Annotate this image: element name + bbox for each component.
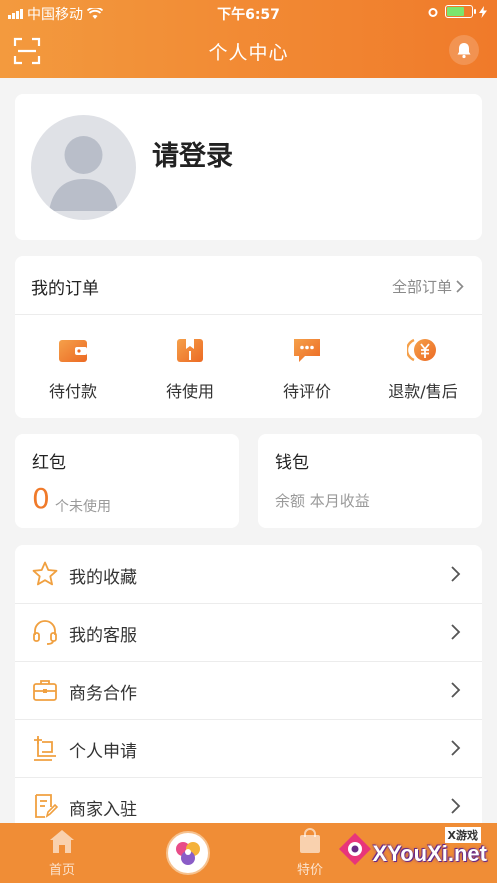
menu-label: 我的客服 bbox=[69, 626, 137, 646]
watermark: X游戏 XYouXi.net bbox=[333, 827, 493, 875]
watermark-logo-icon bbox=[339, 833, 371, 865]
all-orders-label: 全部订单 bbox=[391, 278, 452, 296]
chevron-right-icon bbox=[451, 682, 461, 698]
battery-icon bbox=[445, 5, 476, 18]
order-to-use[interactable]: 待使用 bbox=[132, 336, 248, 402]
menu-label: 商家入驻 bbox=[69, 800, 137, 820]
app-header: 中国移动 下午6:57 个人中心 bbox=[0, 0, 497, 78]
bell-icon bbox=[457, 43, 471, 59]
briefcase-icon bbox=[33, 680, 57, 701]
menu-list: 我的收藏 我的客服 商务合作 个人申请 商家入驻 bbox=[15, 545, 482, 845]
application-icon bbox=[34, 736, 56, 761]
menu-label: 我的收藏 bbox=[69, 568, 137, 588]
orders-title: 我的订单 bbox=[31, 279, 99, 299]
chevron-right-icon bbox=[451, 798, 461, 814]
page-title: 个人中心 bbox=[208, 42, 289, 64]
flower-logo-icon bbox=[176, 842, 200, 865]
comment-icon bbox=[294, 339, 320, 362]
merchant-doc-icon bbox=[35, 794, 59, 818]
star-icon bbox=[32, 561, 58, 586]
ticket-icon bbox=[177, 339, 203, 362]
wallet-icon bbox=[59, 340, 87, 362]
tab-home[interactable]: 首页 bbox=[22, 827, 102, 878]
order-refund[interactable]: 退款/售后 bbox=[365, 336, 481, 402]
order-label: 待使用 bbox=[165, 382, 214, 401]
order-label: 待付款 bbox=[48, 382, 97, 401]
tab-label: 首页 bbox=[48, 863, 75, 878]
center-tab-button[interactable] bbox=[166, 831, 210, 875]
order-pending-payment[interactable]: 待付款 bbox=[15, 336, 131, 402]
menu-item-customer-service[interactable]: 我的客服 bbox=[15, 603, 482, 662]
menu-item-business[interactable]: 商务合作 bbox=[15, 661, 482, 720]
charging-icon bbox=[479, 5, 487, 18]
user-avatar-icon[interactable] bbox=[31, 115, 136, 220]
red-packet-sub: 个未使用 bbox=[55, 499, 111, 515]
menu-label: 商务合作 bbox=[69, 684, 137, 704]
wallet-title: 钱包 bbox=[275, 453, 309, 473]
login-link[interactable]: 请登录 bbox=[152, 134, 233, 173]
orders-card: 我的订单 全部订单 待付款 待使用 待评价 退款/售后 bbox=[15, 256, 482, 418]
order-label: 退款/售后 bbox=[388, 382, 458, 401]
wallet-sub: 余额 本月收益 bbox=[275, 492, 370, 510]
red-packet-title: 红包 bbox=[32, 453, 66, 473]
notification-button[interactable] bbox=[449, 35, 479, 65]
orders-header: 我的订单 全部订单 bbox=[15, 256, 482, 315]
red-packet-count: 0 bbox=[32, 482, 50, 515]
wallet-card[interactable]: 钱包 余额 本月收益 bbox=[258, 434, 482, 528]
all-orders-link[interactable]: 全部订单 bbox=[392, 276, 464, 297]
chevron-right-icon bbox=[451, 740, 461, 756]
shopping-bag-icon bbox=[300, 828, 320, 853]
profile-card[interactable]: 请登录 bbox=[15, 94, 482, 240]
chevron-right-icon bbox=[456, 280, 464, 293]
order-label: 待评价 bbox=[282, 382, 331, 401]
menu-item-personal-application[interactable]: 个人申请 bbox=[15, 719, 482, 778]
status-time: 下午6:57 bbox=[217, 7, 280, 23]
headset-icon bbox=[33, 620, 57, 645]
order-to-review[interactable]: 待评价 bbox=[249, 336, 365, 402]
watermark-text: XYouXi.net bbox=[372, 841, 488, 866]
red-packet-card[interactable]: 红包 0 个未使用 bbox=[15, 434, 239, 528]
menu-item-favorites[interactable]: 我的收藏 bbox=[15, 545, 482, 604]
status-right bbox=[427, 5, 487, 18]
menu-label: 个人申请 bbox=[69, 742, 137, 762]
chevron-right-icon bbox=[451, 624, 461, 640]
chevron-right-icon bbox=[451, 566, 461, 582]
alarm-icon bbox=[428, 7, 438, 17]
refund-yen-icon bbox=[405, 338, 436, 362]
home-icon bbox=[50, 830, 74, 853]
tab-bar: 首页 特价 X游戏 XYouXi.net bbox=[0, 823, 497, 883]
status-bar: 中国移动 下午6:57 bbox=[0, 0, 497, 26]
